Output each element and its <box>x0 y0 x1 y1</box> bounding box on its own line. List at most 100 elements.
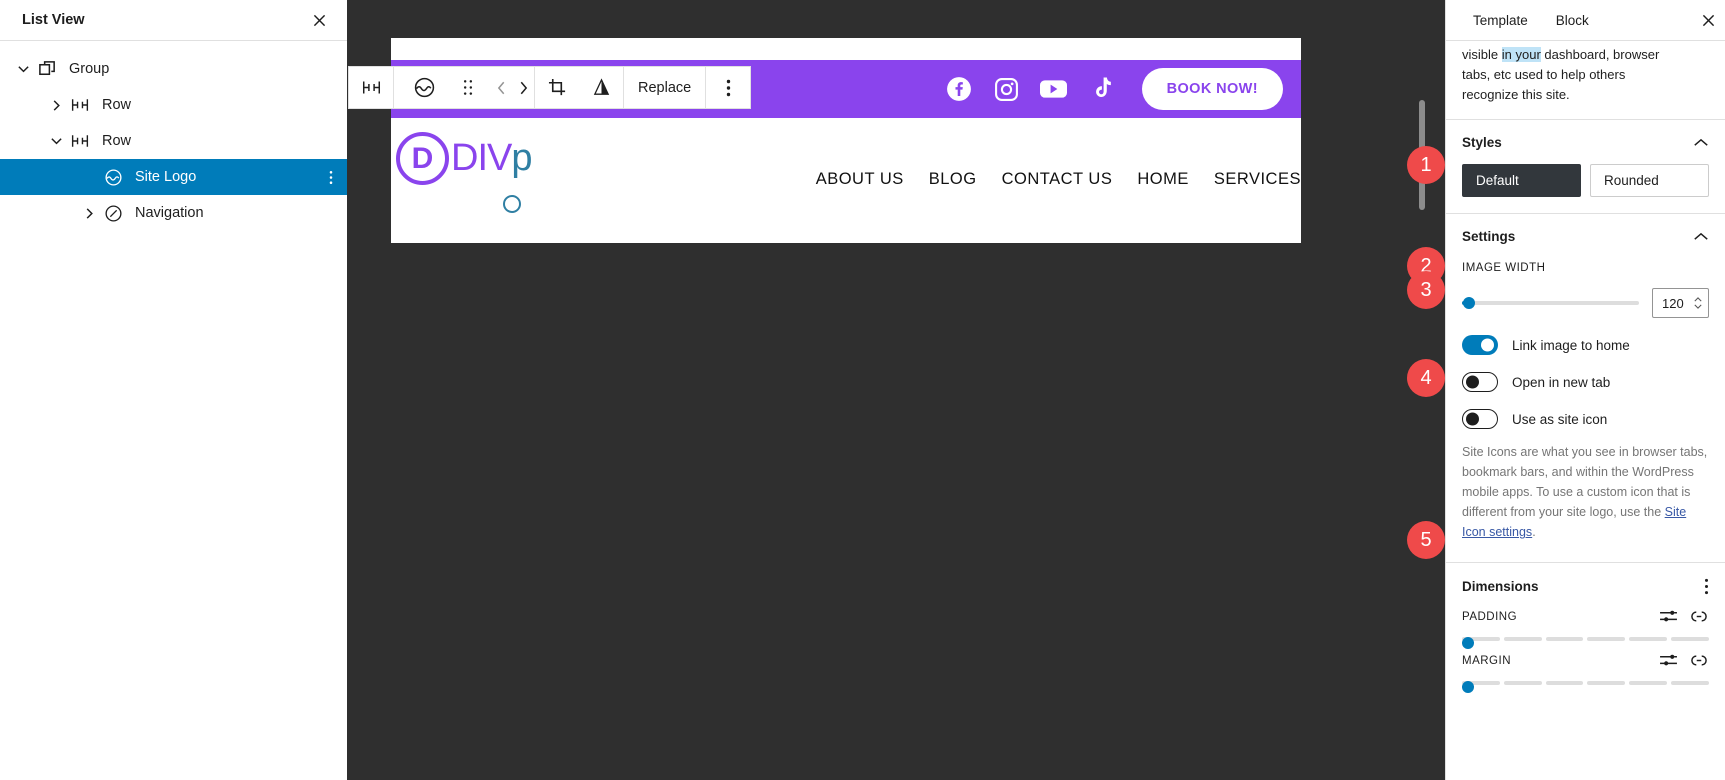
close-icon[interactable] <box>1691 3 1725 37</box>
block-editor-window: List View Group Row Row Site Logo Naviga… <box>0 0 1725 780</box>
help-line-2: tabs, etc used to help others <box>1462 67 1626 83</box>
dimension-control-margin: MARGIN <box>1446 653 1725 694</box>
list-item-group[interactable]: Group <box>0 51 347 87</box>
sliders-icon[interactable] <box>1659 653 1678 668</box>
style-option-default[interactable]: Default <box>1462 164 1581 198</box>
instagram-icon[interactable] <box>993 76 1020 103</box>
link-sides-icon[interactable] <box>1689 654 1709 667</box>
kebab-icon[interactable] <box>1704 578 1709 595</box>
chevron-right-icon[interactable] <box>512 67 534 108</box>
nav-link-services[interactable]: SERVICES <box>1214 170 1301 189</box>
nav-link-about-us[interactable]: ABOUT US <box>816 170 904 189</box>
logo-text: DIVp <box>451 137 533 213</box>
toggle-open-in-new-tab[interactable] <box>1462 372 1498 393</box>
toolbar-divider <box>394 67 402 108</box>
navigation-block[interactable]: ABOUT US BLOG CONTACT US HOME SERVICES <box>816 170 1301 189</box>
list-item-navigation[interactable]: Navigation <box>0 195 347 231</box>
expand-chevron-icon[interactable] <box>78 207 100 220</box>
header-row: D DIVp ABOUT US BLOG CONTACT US HOME SERVICE… <box>391 118 1301 243</box>
settings-title: Settings <box>1462 229 1516 245</box>
row-icon <box>67 98 93 112</box>
expand-chevron-icon[interactable] <box>12 63 34 76</box>
list-view-header: List View <box>0 0 347 41</box>
expand-chevron-icon[interactable] <box>45 135 67 148</box>
image-width-stepper[interactable] <box>1694 297 1702 310</box>
toggle-row-link-image-to-home: Link image to home <box>1446 318 1725 356</box>
list-item-site-logo[interactable]: Site Logo <box>0 159 347 195</box>
toggle-row-use-as-site-icon: Use as site icon <box>1446 392 1725 430</box>
tab-template[interactable]: Template <box>1459 13 1542 28</box>
close-icon[interactable] <box>305 6 333 34</box>
site-title-help-text: visible in your dashboard, browser tabs,… <box>1446 41 1725 119</box>
more-options-button[interactable] <box>706 67 750 108</box>
editor-canvas: BOOK NOW! D DIVp ABOUT US BLOG CONTACT US H… <box>347 0 1445 780</box>
drag-dots-icon[interactable] <box>446 67 490 108</box>
toggle-use-as-site-icon[interactable] <box>1462 409 1498 430</box>
toolbar-group-parent <box>349 67 394 108</box>
dimension-control-padding: PADDING <box>1446 609 1725 650</box>
list-item-label: Site Logo <box>135 169 197 185</box>
toolbar-group-more <box>706 67 750 108</box>
replace-button[interactable]: Replace <box>624 67 705 108</box>
toggle-link-image-to-home[interactable] <box>1462 335 1498 356</box>
padding-slider-handle[interactable] <box>1462 637 1474 650</box>
list-item-options-button[interactable] <box>329 170 347 185</box>
logo-dot-icon <box>503 195 521 213</box>
image-width-label-row: IMAGE WIDTH <box>1446 258 1725 276</box>
style-option-rounded[interactable]: Rounded <box>1590 164 1709 198</box>
settings-section-header[interactable]: Settings <box>1446 213 1725 258</box>
settings-toggles: Link image to home Open in new tab Use a… <box>1446 318 1725 430</box>
margin-label-row: MARGIN <box>1446 653 1725 668</box>
list-item-row[interactable]: Row <box>0 87 347 123</box>
padding-label-row: PADDING <box>1446 609 1725 624</box>
help-line-3: recognize this site. <box>1462 87 1570 103</box>
chevron-left-icon[interactable] <box>490 67 512 108</box>
link-sides-icon[interactable] <box>1689 610 1709 623</box>
image-width-slider-handle[interactable] <box>1463 297 1476 310</box>
panel-tabs: Template Block <box>1446 0 1725 41</box>
navigation-icon <box>100 204 126 223</box>
settings-panel: Template Block visible in your dashboard… <box>1445 0 1725 780</box>
list-view-tree: Group Row Row Site Logo Navigation <box>0 41 347 231</box>
chevron-up-icon[interactable] <box>1693 137 1709 148</box>
select-parent-row-button[interactable] <box>349 67 393 108</box>
toolbar-group-replace: Replace <box>624 67 707 108</box>
tiktok-icon[interactable] <box>1087 76 1114 103</box>
list-item-label: Row <box>102 133 132 149</box>
toggle-label: Link image to home <box>1512 337 1630 353</box>
nav-link-blog[interactable]: BLOG <box>929 170 977 189</box>
site-logo-block[interactable]: D DIVp <box>396 132 533 213</box>
facebook-icon[interactable] <box>946 76 973 103</box>
sliders-icon[interactable] <box>1659 609 1678 624</box>
image-width-input[interactable]: 120 <box>1652 288 1709 319</box>
nav-link-contact-us[interactable]: CONTACT US <box>1002 170 1113 189</box>
youtube-icon[interactable] <box>1039 76 1067 103</box>
list-item-label: Row <box>102 97 132 113</box>
expand-chevron-icon[interactable] <box>45 99 67 112</box>
tab-block[interactable]: Block <box>1542 13 1603 28</box>
list-item-label: Group <box>69 61 110 77</box>
styles-section-header[interactable]: Styles <box>1446 119 1725 164</box>
image-width-value: 120 <box>1662 295 1684 311</box>
crop-icon[interactable] <box>535 67 579 108</box>
contrast-icon[interactable] <box>579 67 623 108</box>
book-now-button[interactable]: BOOK NOW! <box>1141 68 1283 110</box>
block-type-button[interactable] <box>402 67 446 108</box>
logo-text-accent: p <box>511 137 532 179</box>
styles-title: Styles <box>1462 135 1502 151</box>
toggle-label: Open in new tab <box>1512 374 1611 390</box>
margin-label: MARGIN <box>1462 654 1511 667</box>
nav-link-home[interactable]: HOME <box>1137 170 1189 189</box>
chevron-up-icon[interactable] <box>1693 231 1709 242</box>
annotation-badge-5: 5 <box>1407 521 1445 559</box>
margin-slider-handle[interactable] <box>1462 681 1474 694</box>
padding-slider[interactable] <box>1446 624 1725 650</box>
list-item-row[interactable]: Row <box>0 123 347 159</box>
logo-mark: D <box>396 132 449 185</box>
margin-slider[interactable] <box>1446 668 1725 694</box>
selected-text-fragment: in your <box>1501 47 1541 62</box>
toolbar-group-block <box>402 67 535 108</box>
site-icon-note-suffix: . <box>1532 525 1536 540</box>
padding-label: PADDING <box>1462 610 1518 623</box>
image-width-slider[interactable] <box>1462 297 1639 310</box>
